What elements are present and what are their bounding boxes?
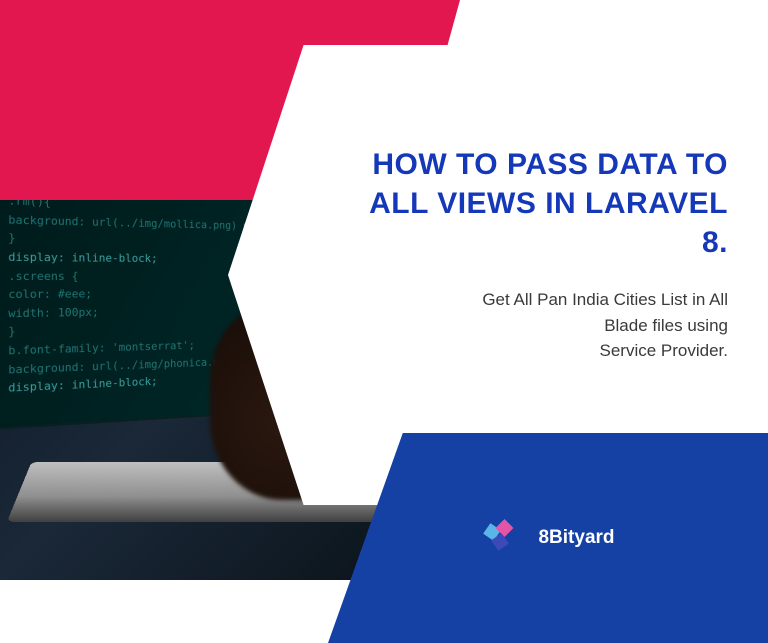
subtitle-text: Get All Pan India Cities List in All Bla… [338,287,728,364]
subtitle-line: Get All Pan India Cities List in All [482,290,728,309]
subtitle-line: Service Provider. [600,341,729,360]
graphic-banner: screen_size: inherit; display: inline-bl… [0,0,768,643]
main-title: HOW TO PASS DATA TO ALL VIEWS IN LARAVEL… [338,145,728,262]
blue-footer-shape: 8Bityard [328,433,768,643]
subtitle-line: Blade files using [604,316,728,335]
logo-chevron-icon [495,519,513,537]
brand-logo-icon [481,517,523,559]
brand-name: 8Bityard [538,527,614,549]
